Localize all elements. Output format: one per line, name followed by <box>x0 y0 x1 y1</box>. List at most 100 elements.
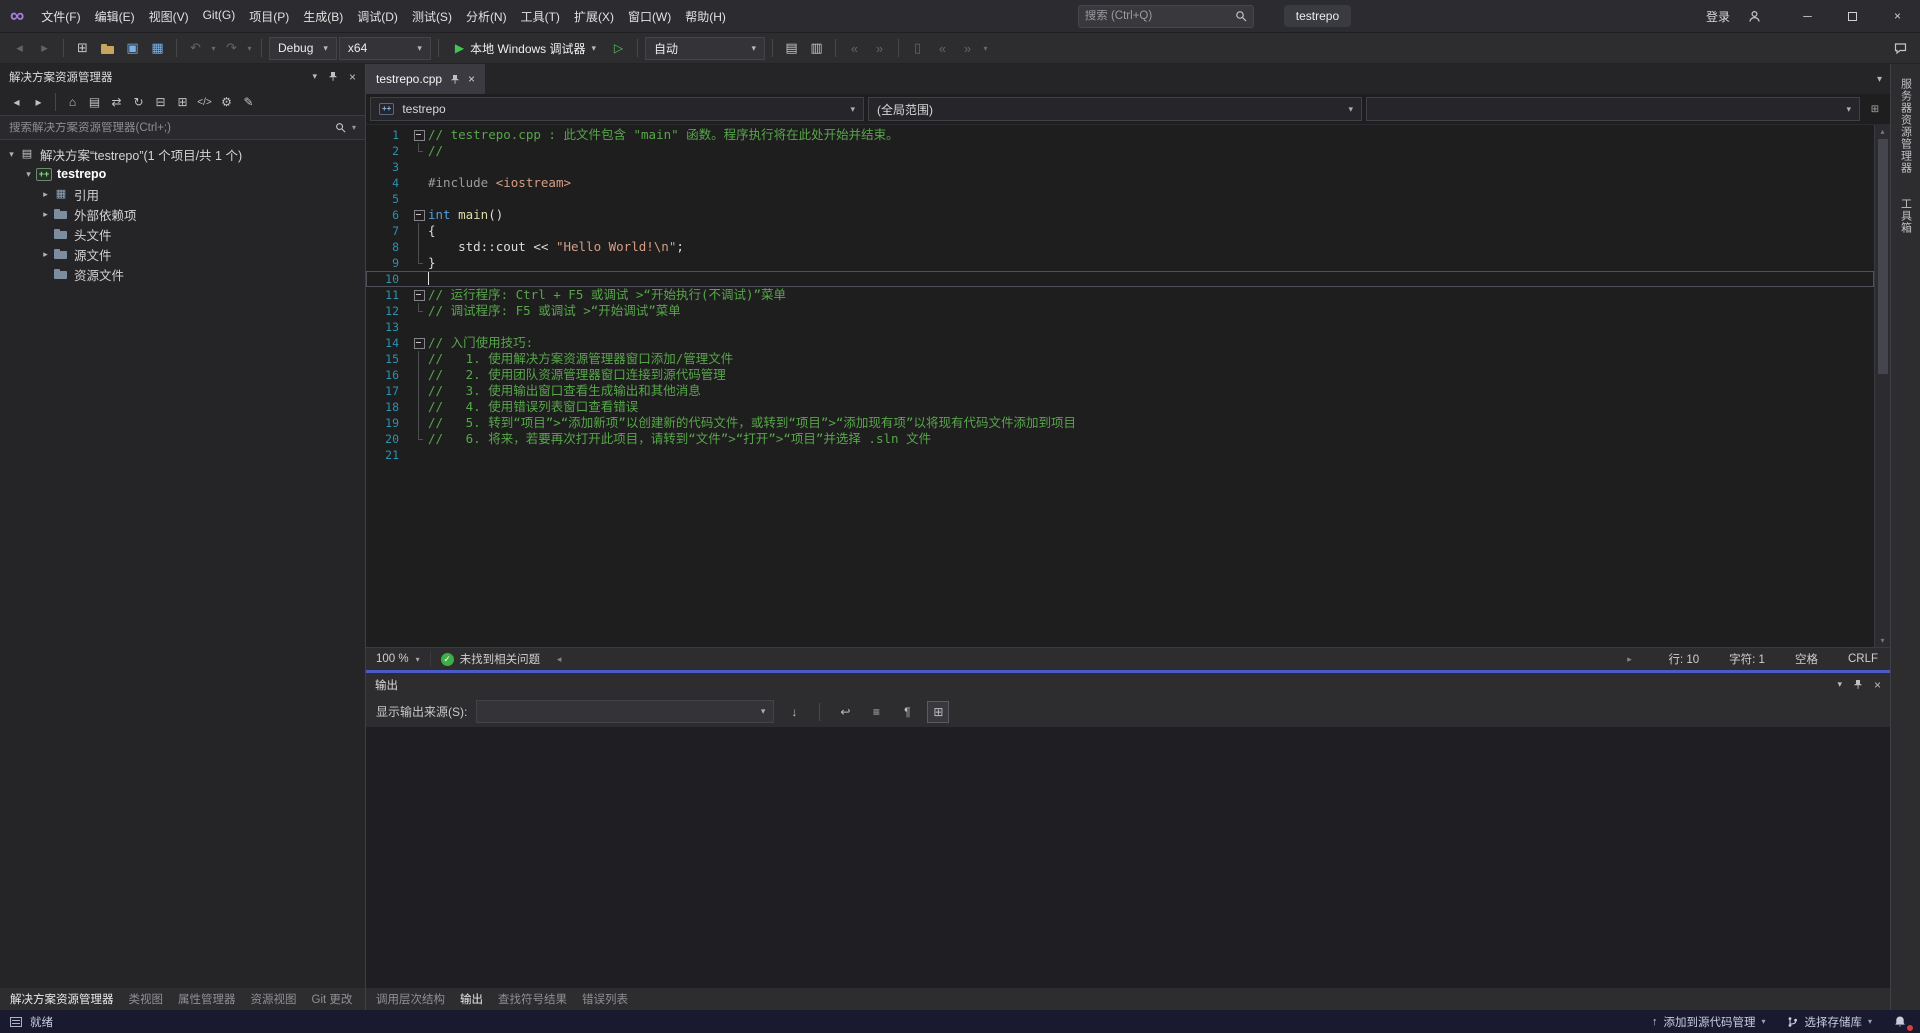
tree-item[interactable]: ▸▦引用 <box>0 184 365 204</box>
tool-window-tab[interactable]: 错误列表 <box>582 991 628 1007</box>
view-code-icon[interactable]: </> <box>194 92 215 113</box>
menu-item[interactable]: 测试(S) <box>405 4 459 29</box>
document-tab[interactable]: testrepo.cpp × <box>366 64 485 94</box>
menu-item[interactable]: 视图(V) <box>142 4 196 29</box>
line-indicator[interactable]: 行: 10 <box>1638 651 1699 667</box>
undo-icon[interactable]: ↶ <box>184 37 207 60</box>
undo-dropdown-icon[interactable]: ▾ <box>209 37 218 60</box>
chevron-down-icon[interactable]: ▾ <box>4 149 19 160</box>
search-options-icon[interactable]: ▾ <box>352 123 356 132</box>
column-indicator[interactable]: 字符: 1 <box>1699 651 1765 667</box>
window-position-icon[interactable]: ▾ <box>312 71 317 82</box>
code-line[interactable]: 4#include <iostream> <box>366 175 1874 191</box>
vertical-scrollbar[interactable]: ▴ ▾ <box>1874 125 1890 647</box>
code-line[interactable]: 12// 调试程序: F5 或调试 >“开始调试”菜单 <box>366 303 1874 319</box>
previous-bookmark-icon[interactable]: « <box>931 37 954 60</box>
code-line[interactable]: 19// 5. 转到“项目”>“添加新项”以创建新的代码文件，或转到“项目”>“… <box>366 415 1874 431</box>
menu-item[interactable]: 扩展(X) <box>567 4 621 29</box>
code-line[interactable]: 18// 4. 使用错误列表窗口查看错误 <box>366 399 1874 415</box>
feedback-icon[interactable] <box>1889 37 1912 60</box>
solution-search-input[interactable] <box>9 122 329 134</box>
start-without-debugging-icon[interactable]: ▷ <box>607 37 630 60</box>
save-all-icon[interactable]: ▦ <box>146 37 169 60</box>
menu-item[interactable]: 编辑(E) <box>88 4 142 29</box>
redo-dropdown-icon[interactable]: ▾ <box>245 37 254 60</box>
split-window-icon[interactable]: ⊞ <box>1864 104 1886 115</box>
clear-all-icon[interactable]: ≡ <box>865 701 887 723</box>
code-area[interactable]: 1// testrepo.cpp : 此文件包含 "main" 函数。程序执行将… <box>366 125 1874 647</box>
code-line[interactable]: 2// <box>366 143 1874 159</box>
code-line[interactable]: 10 <box>366 271 1874 287</box>
window-position-icon[interactable]: ▾ <box>1837 679 1842 690</box>
menu-item[interactable]: 文件(F) <box>34 4 87 29</box>
code-line[interactable]: 17// 3. 使用输出窗口查看生成输出和其他消息 <box>366 383 1874 399</box>
fold-collapse-icon[interactable] <box>410 335 428 351</box>
solution-explorer-header[interactable]: 解决方案资源管理器 ▾ × <box>0 64 365 89</box>
fold-collapse-icon[interactable] <box>410 287 428 303</box>
tree-item[interactable]: ▾▤解决方案“testrepo”(1 个项目/共 1 个) <box>0 144 365 164</box>
navigate-forward-icon[interactable]: ▸ <box>33 37 56 60</box>
project-dropdown[interactable]: ++ testrepo ▾ <box>370 97 864 121</box>
start-debugging-button[interactable]: ▶ 本地 Windows 调试器 ▾ <box>446 36 605 60</box>
code-line[interactable]: 13 <box>366 319 1874 335</box>
menu-item[interactable]: 窗口(W) <box>621 4 678 29</box>
save-icon[interactable]: ▣ <box>121 37 144 60</box>
new-project-icon[interactable]: ⊞ <box>71 37 94 60</box>
auto-hide-tab[interactable]: 工具箱 <box>1898 198 1914 234</box>
active-documents-icon[interactable]: ▾ <box>1877 74 1882 85</box>
pin-icon[interactable] <box>1853 679 1863 690</box>
platform-combo[interactable]: x64▾ <box>339 37 431 60</box>
account-person-icon[interactable] <box>1740 10 1769 23</box>
horizontal-scrollbar-track[interactable] <box>568 648 1620 670</box>
code-line[interactable]: 8 std::cout << "Hello World!\n"; <box>366 239 1874 255</box>
tool-window-tab[interactable]: 调用层次结构 <box>376 991 445 1007</box>
tool-window-tab[interactable]: 输出 <box>460 991 483 1007</box>
code-line[interactable]: 16// 2. 使用团队资源管理器窗口连接到源代码管理 <box>366 367 1874 383</box>
scroll-left-icon[interactable]: ◂ <box>550 654 568 665</box>
scroll-up-icon[interactable]: ▴ <box>1880 125 1884 138</box>
find-in-files-icon[interactable]: ▤ <box>780 37 803 60</box>
code-line[interactable]: 9} <box>366 255 1874 271</box>
output-content[interactable] <box>366 727 1890 988</box>
edit-filter-icon[interactable]: ✎ <box>238 92 259 113</box>
code-line[interactable]: 1// testrepo.cpp : 此文件包含 "main" 函数。程序执行将… <box>366 127 1874 143</box>
document-outline-icon[interactable]: ▥ <box>805 37 828 60</box>
chevron-right-icon[interactable]: ▸ <box>38 249 53 260</box>
tool-window-tab[interactable]: 解决方案资源管理器 <box>10 991 114 1007</box>
close-icon[interactable]: × <box>1874 678 1881 692</box>
notifications-bell-icon[interactable] <box>1894 1015 1910 1028</box>
close-icon[interactable]: × <box>349 70 356 84</box>
toolbar-options-icon[interactable]: ▾ <box>981 37 990 60</box>
menu-item[interactable]: 调试(D) <box>350 4 405 29</box>
pin-icon[interactable] <box>328 71 338 82</box>
code-line[interactable]: 5 <box>366 191 1874 207</box>
horizontal-scrollbar[interactable]: ◂ ▸ <box>550 648 1638 670</box>
code-editor[interactable]: 1// testrepo.cpp : 此文件包含 "main" 函数。程序执行将… <box>366 125 1890 647</box>
hot-reload-mode-combo[interactable]: 自动▾ <box>645 37 765 60</box>
fold-collapse-icon[interactable] <box>410 207 428 223</box>
menu-item[interactable]: 工具(T) <box>514 4 567 29</box>
comment-selection-icon[interactable]: « <box>843 37 866 60</box>
refresh-icon[interactable]: ↻ <box>128 92 149 113</box>
switch-views-icon[interactable]: ▤ <box>84 92 105 113</box>
collapse-all-icon[interactable]: ⊟ <box>150 92 171 113</box>
tool-window-tab[interactable]: 资源视图 <box>251 991 297 1007</box>
code-line[interactable]: 6int main() <box>366 207 1874 223</box>
pin-tab-icon[interactable] <box>450 74 460 85</box>
chevron-right-icon[interactable]: ▸ <box>38 189 53 200</box>
tree-item[interactable]: 头文件 <box>0 224 365 244</box>
back-icon[interactable]: ◂ <box>6 92 27 113</box>
chevron-down-icon[interactable]: ▾ <box>21 169 36 180</box>
quick-search-input[interactable] <box>1085 10 1231 22</box>
toggle-output-pane-icon[interactable]: ⊞ <box>927 701 949 723</box>
menu-item[interactable]: 帮助(H) <box>678 4 733 29</box>
tree-item[interactable]: ▾++testrepo <box>0 164 365 184</box>
tool-window-tab[interactable]: Git 更改 <box>312 991 353 1007</box>
scroll-right-icon[interactable]: ▸ <box>1620 654 1638 665</box>
tree-item[interactable]: 资源文件 <box>0 264 365 284</box>
configuration-combo[interactable]: Debug▾ <box>269 37 337 60</box>
line-ending-indicator[interactable]: CRLF <box>1818 653 1878 665</box>
member-dropdown[interactable]: ▾ <box>1366 97 1860 121</box>
code-line[interactable]: 20// 6. 将来，若要再次打开此项目，请转到“文件”>“打开”>“项目”并选… <box>366 431 1874 447</box>
fold-collapse-icon[interactable] <box>410 127 428 143</box>
